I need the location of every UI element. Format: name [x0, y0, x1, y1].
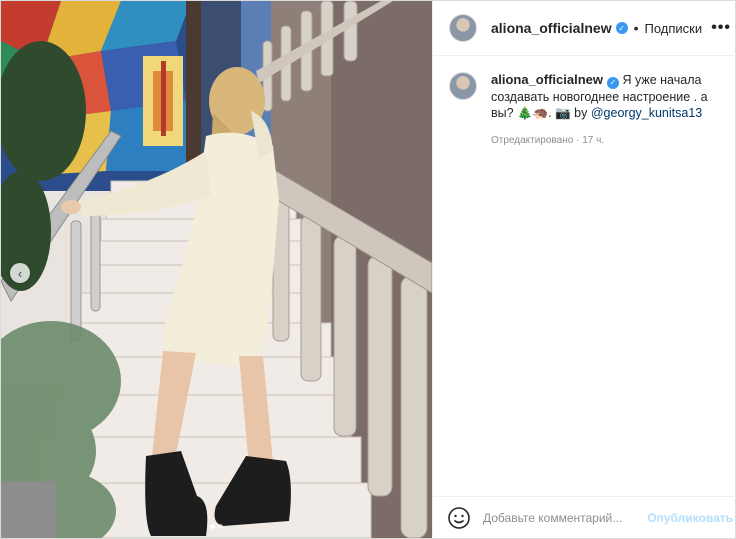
verified-badge-icon: ✓ — [615, 22, 628, 34]
caption-username[interactable]: aliona_officialnew — [491, 72, 603, 87]
caption-meta: Отредактировано · 17 ч. — [491, 135, 731, 146]
emoji-icon[interactable] — [447, 506, 471, 530]
carousel-dot — [218, 524, 223, 529]
caption-text: aliona_officialnew ✓ Я уже начала создава… — [491, 72, 731, 121]
carousel-dots — [1, 524, 432, 529]
post-time[interactable]: 17 ч. — [582, 135, 604, 146]
author-username[interactable]: aliona_officialnew — [491, 20, 612, 36]
previous-photo-button[interactable]: ‹ — [10, 263, 30, 283]
comment-input[interactable] — [481, 509, 645, 526]
meta-dot: · — [576, 135, 580, 146]
edited-label: Отредактировано — [491, 135, 574, 146]
publish-button[interactable]: Опубликовать — [647, 511, 733, 525]
caption-mention-link[interactable]: @georgy_kunitsa13 — [591, 106, 702, 120]
caption-author-avatar[interactable] — [449, 72, 477, 100]
post-caption: aliona_officialnew ✓ Я уже начала создава… — [433, 56, 736, 146]
caption-body: aliona_officialnew ✓ Я уже начала создава… — [491, 72, 731, 146]
header-separator: • — [633, 20, 639, 36]
post-image — [1, 1, 432, 538]
author-avatar[interactable] — [449, 14, 477, 42]
carousel-dot — [210, 524, 215, 529]
post-photo[interactable]: ‹ — [1, 1, 432, 538]
more-options-icon[interactable]: ••• — [711, 19, 731, 37]
post-side-panel: aliona_officialnew ✓ • Подписки ••• alio… — [432, 1, 736, 538]
instagram-post-dialog: ‹ aliona_officialnew ✓ • Подписки ••• al… — [0, 0, 736, 539]
post-header: aliona_officialnew ✓ • Подписки ••• — [433, 1, 736, 56]
caption-verified-badge-icon: ✓ — [606, 77, 619, 89]
caption-emojis: 🎄🦔. 📷 by — [517, 106, 588, 120]
following-button[interactable]: Подписки — [645, 21, 703, 36]
comment-bar: Опубликовать — [433, 496, 736, 538]
